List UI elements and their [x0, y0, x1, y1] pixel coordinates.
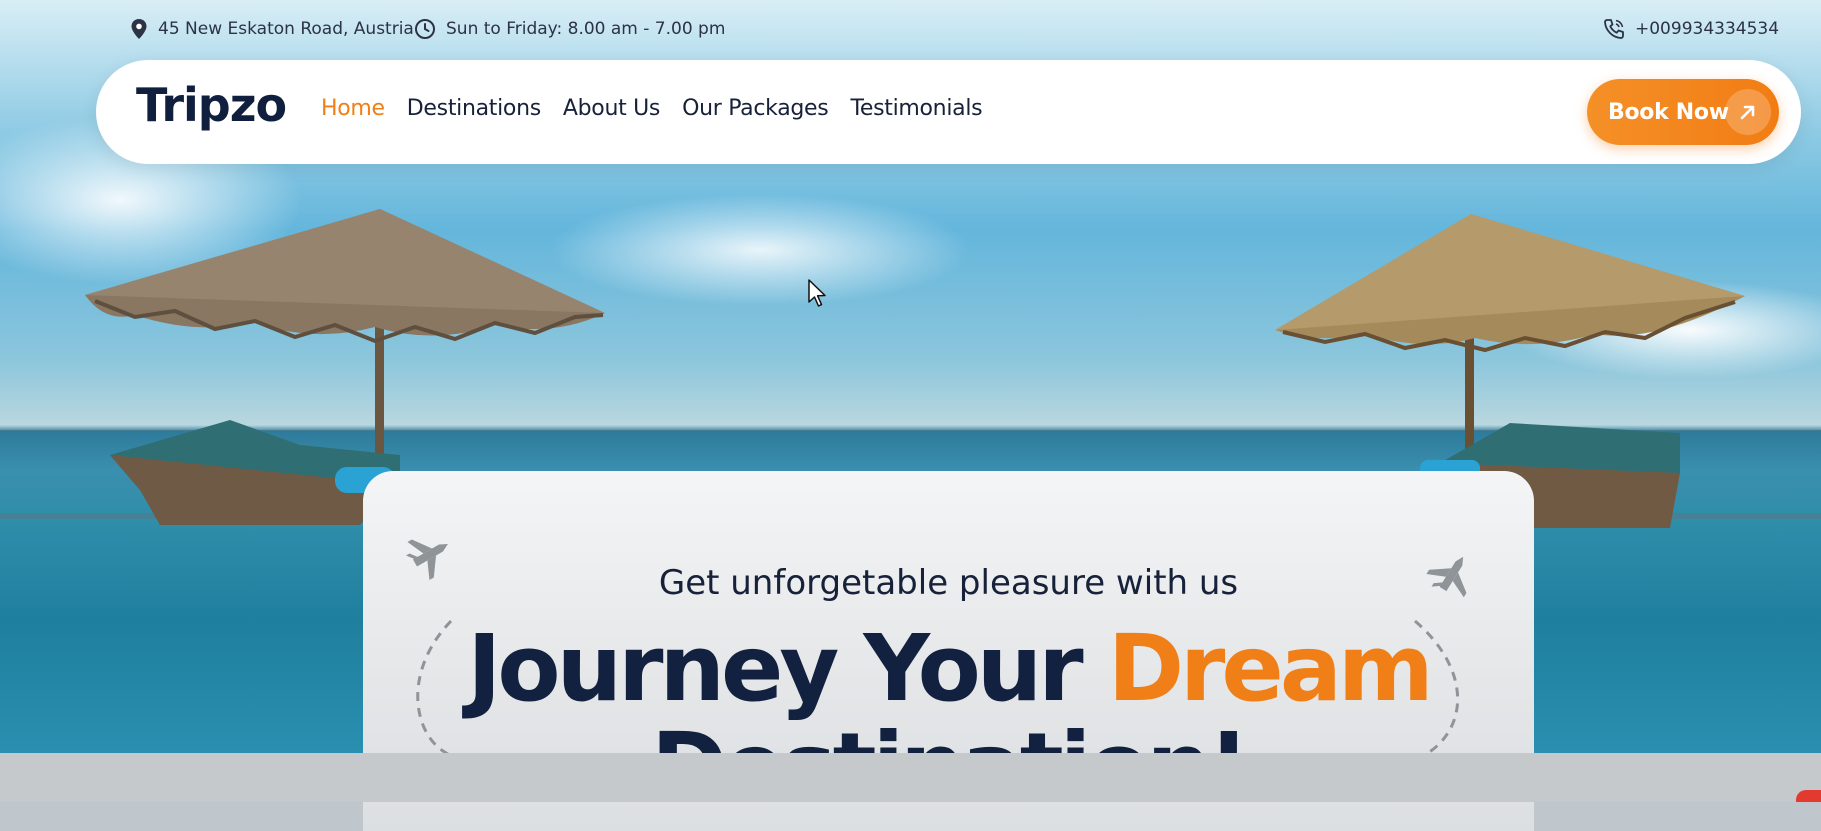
- clock-icon: [415, 19, 435, 39]
- hours-text: Sun to Friday: 8.00 am - 7.00 pm: [446, 19, 726, 39]
- site-logo[interactable]: Tripzo: [136, 78, 287, 132]
- main-navbar: Tripzo Home Destinations About Us Our Pa…: [96, 60, 1801, 164]
- section-bottom-strip: [0, 753, 1821, 802]
- nav-menu: Home Destinations About Us Our Packages …: [321, 96, 983, 121]
- book-now-button[interactable]: Book Now: [1587, 79, 1779, 145]
- nav-item-about-us[interactable]: About Us: [563, 96, 661, 121]
- phone-icon: [1604, 19, 1624, 39]
- nav-item-our-packages[interactable]: Our Packages: [682, 96, 829, 121]
- mouse-cursor-icon: [808, 279, 826, 307]
- top-info-bar: 45 New Eskaton Road, Austria Sun to Frid…: [0, 0, 1821, 58]
- location-pin-icon: [131, 19, 147, 39]
- nav-item-home[interactable]: Home: [321, 96, 385, 121]
- phone-info[interactable]: +009934334534: [1603, 17, 1779, 41]
- hero-subtitle: Get unforgetable pleasure with us: [658, 563, 1239, 603]
- nav-item-destinations[interactable]: Destinations: [407, 96, 541, 121]
- corner-widget[interactable]: [1796, 790, 1821, 802]
- phone-text[interactable]: +009934334534: [1635, 19, 1779, 39]
- address-info: 45 New Eskaton Road, Austria: [130, 17, 414, 41]
- hours-info: Sun to Friday: 8.00 am - 7.00 pm: [414, 17, 725, 41]
- address-text: 45 New Eskaton Road, Austria: [158, 19, 414, 39]
- hero-title-accent: Dream: [1107, 615, 1434, 722]
- hero-title-part-1: Journey Your: [467, 615, 1108, 722]
- arrow-up-right-icon: [1725, 89, 1771, 135]
- book-now-label: Book Now: [1608, 99, 1729, 125]
- hero-title-line-1: Journey Your Dream: [363, 619, 1534, 719]
- nav-item-testimonials[interactable]: Testimonials: [850, 96, 982, 121]
